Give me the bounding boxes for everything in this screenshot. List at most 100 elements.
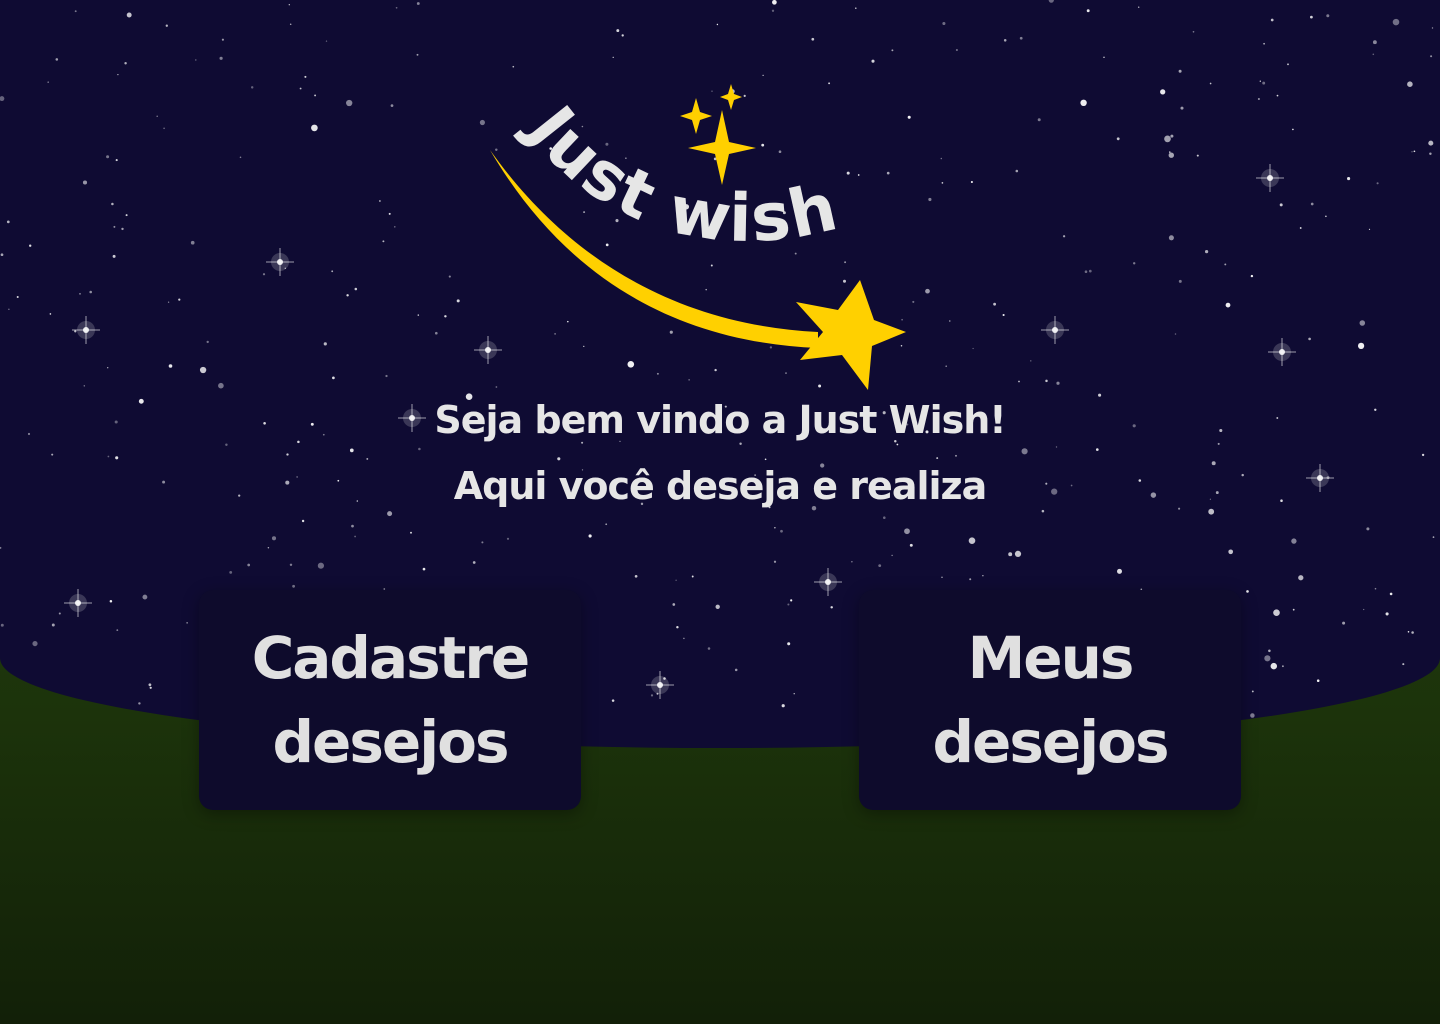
star xyxy=(79,293,81,295)
star xyxy=(734,668,738,672)
star xyxy=(385,374,388,378)
register-wishes-label: Cadastre desejos xyxy=(251,624,531,776)
twinkle-star xyxy=(1256,164,1284,192)
star xyxy=(1224,263,1227,266)
star xyxy=(1432,536,1435,538)
star xyxy=(1259,80,1261,82)
star xyxy=(1030,360,1032,362)
star xyxy=(1133,262,1136,265)
star xyxy=(945,365,948,368)
star xyxy=(1084,270,1088,274)
star xyxy=(1407,81,1413,87)
star xyxy=(1080,99,1087,107)
star xyxy=(239,156,242,159)
welcome-title: Seja bem vindo a Just Wish! xyxy=(434,398,1006,442)
star xyxy=(301,519,305,523)
star xyxy=(186,622,188,624)
star xyxy=(394,226,396,228)
star xyxy=(1045,379,1048,383)
star xyxy=(1429,152,1432,155)
star xyxy=(982,575,984,577)
star xyxy=(1217,442,1220,445)
star xyxy=(116,629,119,631)
star xyxy=(1048,0,1054,3)
star xyxy=(354,535,356,538)
star xyxy=(883,516,886,519)
star xyxy=(115,456,119,460)
star xyxy=(1359,320,1366,326)
star xyxy=(1086,9,1090,13)
star xyxy=(167,301,170,303)
star xyxy=(142,594,148,600)
star xyxy=(1428,140,1434,146)
star xyxy=(1263,42,1265,45)
star xyxy=(1291,538,1297,544)
star xyxy=(773,560,777,563)
register-wishes-button[interactable]: Cadastre desejos xyxy=(199,590,581,810)
star xyxy=(51,623,55,627)
star xyxy=(416,2,420,5)
star xyxy=(612,56,614,58)
star xyxy=(0,623,4,627)
star xyxy=(683,637,685,640)
sparkle-icon xyxy=(720,84,742,110)
star xyxy=(149,686,152,689)
star xyxy=(49,313,52,315)
star xyxy=(1316,679,1320,682)
star xyxy=(1308,337,1311,341)
star xyxy=(366,457,369,460)
my-wishes-button[interactable]: Meus desejos xyxy=(859,590,1241,810)
star xyxy=(1208,508,1215,515)
star xyxy=(1385,612,1389,616)
star xyxy=(605,523,608,526)
star xyxy=(206,340,209,344)
star xyxy=(878,564,882,568)
star xyxy=(247,563,251,567)
star xyxy=(117,73,119,76)
star xyxy=(299,87,302,90)
star xyxy=(787,603,790,606)
star xyxy=(512,65,515,68)
star xyxy=(1310,202,1314,206)
star xyxy=(416,53,419,56)
star xyxy=(1174,333,1177,335)
star xyxy=(289,563,293,567)
star xyxy=(110,731,114,734)
star xyxy=(107,455,110,458)
star xyxy=(115,159,118,162)
star xyxy=(47,81,49,83)
star xyxy=(972,347,974,350)
star xyxy=(332,376,335,380)
star xyxy=(1095,448,1099,451)
star xyxy=(851,561,853,563)
star xyxy=(126,12,132,18)
star xyxy=(346,99,353,107)
star xyxy=(1178,279,1182,283)
star xyxy=(323,342,327,346)
star xyxy=(16,295,19,299)
star xyxy=(1431,27,1434,29)
star xyxy=(771,9,775,12)
star xyxy=(1180,106,1184,110)
star xyxy=(418,447,421,451)
star xyxy=(229,570,233,574)
star xyxy=(0,253,4,257)
welcome-subtitle: Aqui você deseja e realiza xyxy=(453,464,988,508)
star xyxy=(1103,56,1105,59)
star xyxy=(395,6,398,9)
star xyxy=(1015,169,1019,173)
star xyxy=(271,536,277,541)
star xyxy=(0,546,2,549)
star xyxy=(1276,94,1279,97)
star xyxy=(1170,134,1174,138)
star xyxy=(968,537,976,544)
star xyxy=(390,104,394,107)
just-wish-logo: Just wish xyxy=(490,84,906,390)
star xyxy=(29,244,32,247)
star xyxy=(1169,151,1171,153)
star xyxy=(1192,30,1195,33)
star xyxy=(941,182,944,184)
star xyxy=(1168,235,1174,241)
star xyxy=(225,443,228,446)
star xyxy=(199,366,207,374)
